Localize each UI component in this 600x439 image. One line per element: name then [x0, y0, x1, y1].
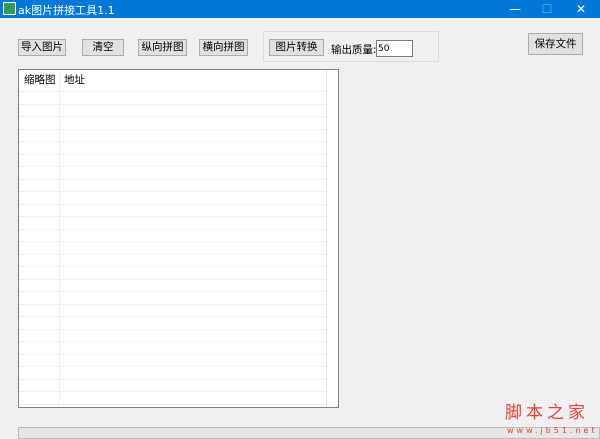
clear-button[interactable]: 清空 [82, 39, 124, 56]
grid-line [19, 103, 326, 105]
maximize-button[interactable]: ☐ [532, 1, 562, 17]
grid-line [19, 178, 326, 180]
grid-line [19, 316, 326, 317]
grid-line [19, 128, 326, 130]
grid-line [19, 91, 326, 92]
watermark-url: www.jb51.net [507, 426, 598, 435]
minimize-button[interactable]: — [500, 1, 530, 17]
grid-line [19, 341, 326, 342]
save-file-button[interactable]: 保存文件 [528, 33, 583, 55]
window-title: ak图片拼接工具1.1 [18, 4, 115, 17]
grid-line [19, 166, 326, 167]
grid-line [19, 303, 326, 305]
quality-input[interactable]: 50 [376, 40, 413, 57]
grid-line [19, 216, 326, 217]
grid-line [19, 228, 326, 230]
column-header-path[interactable]: 地址 [59, 70, 85, 91]
grid-line [19, 353, 326, 355]
app-icon [3, 2, 16, 15]
grid-line [19, 403, 326, 405]
horizontal-stitch-button[interactable]: 横向拼图 [199, 39, 248, 56]
grid-line [19, 153, 326, 155]
grid-line [19, 141, 326, 142]
image-list[interactable]: 缩略图 地址 [18, 69, 339, 408]
grid-line [19, 266, 326, 267]
column-header-thumbnail[interactable]: 缩略图 [19, 70, 59, 91]
convert-image-button[interactable]: 图片转换 [269, 39, 324, 56]
quality-label: 输出质量: [331, 44, 377, 56]
import-images-button[interactable]: 导入图片 [18, 39, 66, 56]
grid-line [19, 291, 326, 292]
title-bar: ak图片拼接工具1.1 — ☐ ✕ [0, 0, 600, 18]
column-divider [326, 70, 327, 407]
grid-line [19, 366, 326, 367]
grid-line [19, 241, 326, 242]
grid-line [19, 378, 326, 380]
grid-line [19, 203, 326, 205]
grid-line [19, 328, 326, 330]
watermark-logo: 脚本之家 [505, 403, 589, 423]
grid-line [19, 116, 326, 117]
grid-line [19, 391, 326, 392]
grid-line [19, 253, 326, 255]
close-button[interactable]: ✕ [566, 1, 596, 17]
vertical-stitch-button[interactable]: 纵向拼图 [138, 39, 187, 56]
grid-line [19, 191, 326, 192]
column-divider [59, 70, 60, 407]
grid-line [19, 278, 326, 280]
